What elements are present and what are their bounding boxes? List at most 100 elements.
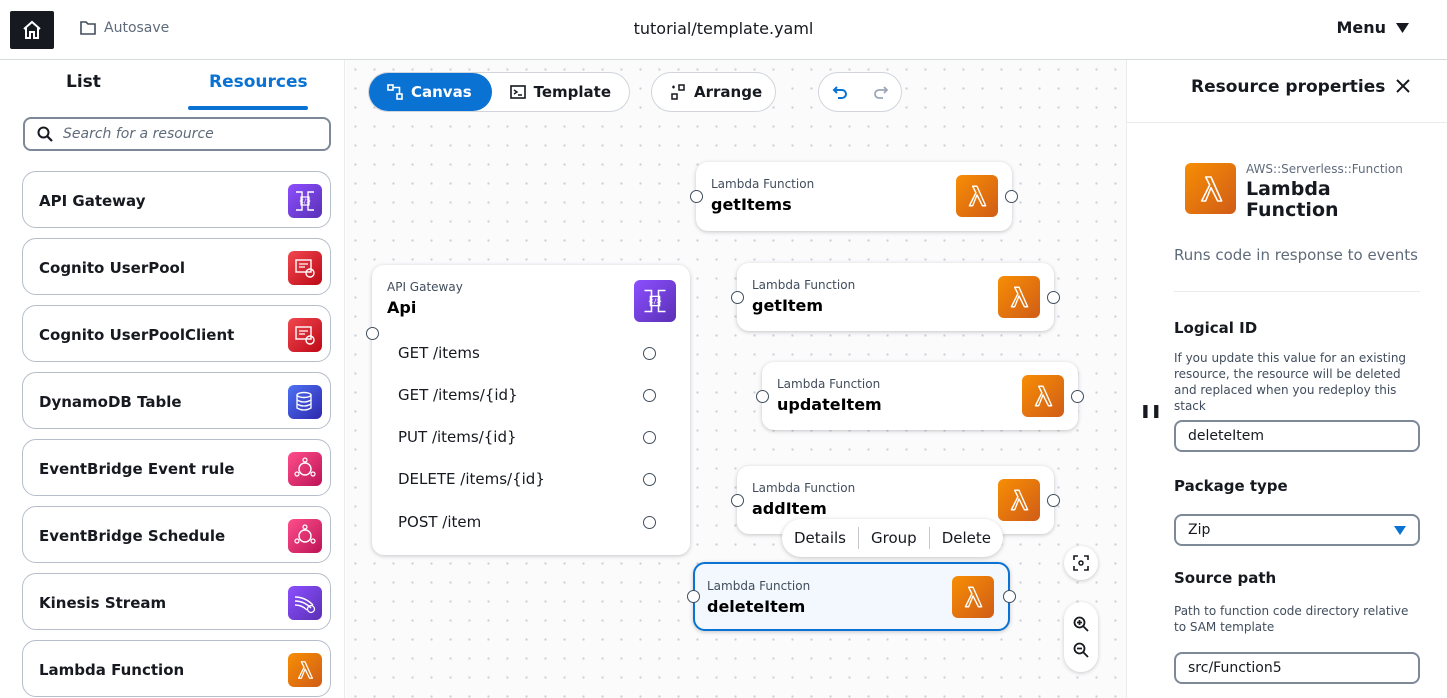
template-view-label: Template bbox=[533, 83, 611, 101]
diagram-canvas[interactable]: Canvas Template Arrange API Gateway Api … bbox=[346, 60, 1126, 698]
node-output-port[interactable] bbox=[1005, 190, 1018, 203]
node-type: Lambda Function bbox=[711, 177, 815, 191]
source-path-input[interactable]: src/Function5 bbox=[1174, 652, 1420, 684]
lambda-node-getitem[interactable]: Lambda Function getItem bbox=[731, 263, 1060, 331]
source-path-help: Path to function code directory relative… bbox=[1174, 604, 1409, 634]
menu-label: Menu bbox=[1336, 18, 1386, 37]
node-input-port[interactable] bbox=[731, 291, 744, 304]
caret-down-icon bbox=[1396, 22, 1409, 33]
redo-button[interactable] bbox=[866, 77, 896, 107]
lambda-icon bbox=[998, 479, 1040, 521]
dynamodb-icon bbox=[288, 385, 322, 419]
undo-icon bbox=[832, 86, 847, 99]
panel-divider bbox=[1127, 122, 1447, 123]
svg-text:</>: </> bbox=[299, 198, 311, 205]
route-label: POST /item bbox=[398, 513, 482, 531]
panel-title: Resource properties bbox=[1191, 77, 1386, 97]
route-port[interactable] bbox=[643, 347, 656, 360]
canvas-view-label: Canvas bbox=[411, 83, 472, 101]
lambda-node-updateitem[interactable]: Lambda Function updateItem bbox=[756, 362, 1084, 430]
node-input-port[interactable] bbox=[731, 494, 744, 507]
lambda-node-getitems[interactable]: Lambda Function getItems bbox=[690, 162, 1018, 231]
eventbridge-icon bbox=[288, 519, 322, 553]
source-path-value: src/Function5 bbox=[1188, 660, 1282, 676]
route-port[interactable] bbox=[643, 516, 656, 529]
lambda-icon bbox=[956, 175, 998, 217]
api-gateway-icon: </> bbox=[634, 280, 676, 322]
active-tab-indicator bbox=[188, 106, 308, 110]
details-menu-item[interactable]: Details bbox=[782, 529, 858, 547]
resource-type-id: AWS::Serverless::Function bbox=[1246, 162, 1403, 176]
cognito-icon bbox=[288, 318, 322, 352]
resource-description: Runs code in response to events bbox=[1174, 246, 1418, 264]
search-icon bbox=[37, 126, 53, 142]
node-input-port[interactable] bbox=[687, 590, 700, 603]
route-port[interactable] bbox=[643, 431, 656, 444]
tab-list[interactable]: List bbox=[66, 72, 101, 92]
logical-id-input[interactable]: deleteItem bbox=[1174, 420, 1420, 452]
resource-name: Lambda Function bbox=[1246, 178, 1339, 221]
route-port[interactable] bbox=[643, 389, 656, 402]
lambda-node-deleteitem[interactable]: Lambda Function deleteItem bbox=[687, 562, 1016, 631]
arrange-icon bbox=[671, 84, 685, 100]
resource-item-cognito-userpool[interactable]: Cognito UserPool bbox=[22, 238, 331, 295]
api-gateway-node[interactable]: API Gateway Api </> GET /items GET /item… bbox=[366, 265, 690, 555]
menu-button[interactable]: Menu bbox=[1336, 18, 1409, 37]
search-input[interactable]: Search for a resource bbox=[23, 117, 331, 151]
node-input-port[interactable] bbox=[756, 390, 769, 403]
svg-text:</>: </> bbox=[648, 297, 662, 305]
section-divider bbox=[1174, 291, 1420, 292]
canvas-icon bbox=[387, 84, 403, 100]
resource-item-kinesis-stream[interactable]: Kinesis Stream bbox=[22, 573, 331, 630]
tab-resources[interactable]: Resources bbox=[209, 72, 308, 92]
terminal-icon bbox=[509, 85, 526, 99]
node-output-port[interactable] bbox=[1003, 590, 1016, 603]
resource-item-eventbridge-rule[interactable]: EventBridge Event rule bbox=[22, 439, 331, 496]
node-output-port[interactable] bbox=[1047, 494, 1060, 507]
resource-item-dynamodb-table[interactable]: DynamoDB Table bbox=[22, 372, 331, 429]
node-type: API Gateway bbox=[387, 280, 463, 294]
canvas-view-button[interactable]: Canvas bbox=[369, 73, 492, 111]
arrange-button[interactable]: Arrange bbox=[651, 72, 776, 112]
logical-id-help: If you update this value for an existing… bbox=[1174, 351, 1407, 413]
resource-item-api-gateway[interactable]: API Gateway </> bbox=[22, 171, 331, 228]
node-output-port[interactable] bbox=[1047, 291, 1060, 304]
api-input-port[interactable] bbox=[366, 327, 379, 340]
file-title: tutorial/template.yaml bbox=[633, 19, 814, 38]
resource-item-lambda-function[interactable]: Lambda Function bbox=[22, 640, 331, 697]
zoom-in-button[interactable] bbox=[1073, 616, 1089, 632]
resource-properties-panel: Resource properties AWS::Serverless::Fun… bbox=[1126, 60, 1447, 698]
resource-item-cognito-userpoolclient[interactable]: Cognito UserPoolClient bbox=[22, 305, 331, 362]
lambda-icon bbox=[1185, 163, 1236, 214]
route-port[interactable] bbox=[643, 473, 656, 486]
resource-label: Cognito UserPool bbox=[39, 259, 185, 277]
cognito-icon bbox=[288, 251, 322, 285]
resource-item-eventbridge-schedule[interactable]: EventBridge Schedule bbox=[22, 506, 331, 563]
fit-view-button[interactable] bbox=[1064, 546, 1098, 580]
route-label: GET /items/{id} bbox=[398, 386, 518, 404]
lambda-icon bbox=[1022, 375, 1064, 417]
zoom-out-button[interactable] bbox=[1073, 642, 1089, 658]
package-type-select[interactable]: Zip bbox=[1174, 514, 1420, 546]
node-context-menu: Details Group Delete bbox=[782, 519, 1003, 557]
delete-menu-item[interactable]: Delete bbox=[930, 529, 1003, 547]
resource-label: EventBridge Event rule bbox=[39, 460, 235, 478]
left-panel: List Resources Search for a resource API… bbox=[0, 60, 345, 698]
home-button[interactable] bbox=[10, 11, 54, 49]
close-panel-button[interactable] bbox=[1395, 78, 1411, 98]
node-type: Lambda Function bbox=[752, 481, 856, 495]
group-menu-item[interactable]: Group bbox=[859, 529, 929, 547]
route-label: GET /items bbox=[398, 344, 480, 362]
history-controls bbox=[818, 72, 902, 112]
resource-label: Cognito UserPoolClient bbox=[39, 326, 235, 344]
caret-down-icon bbox=[1394, 526, 1406, 535]
autosave-indicator[interactable]: Autosave bbox=[80, 20, 169, 36]
panel-resize-handle[interactable]: ❚❚ bbox=[1140, 404, 1162, 419]
node-output-port[interactable] bbox=[1071, 390, 1084, 403]
undo-button[interactable] bbox=[825, 77, 855, 107]
node-name: Api bbox=[387, 298, 417, 317]
template-view-button[interactable]: Template bbox=[492, 73, 629, 111]
package-type-label: Package type bbox=[1174, 477, 1288, 495]
node-input-port[interactable] bbox=[690, 190, 703, 203]
lambda-icon bbox=[288, 653, 322, 687]
